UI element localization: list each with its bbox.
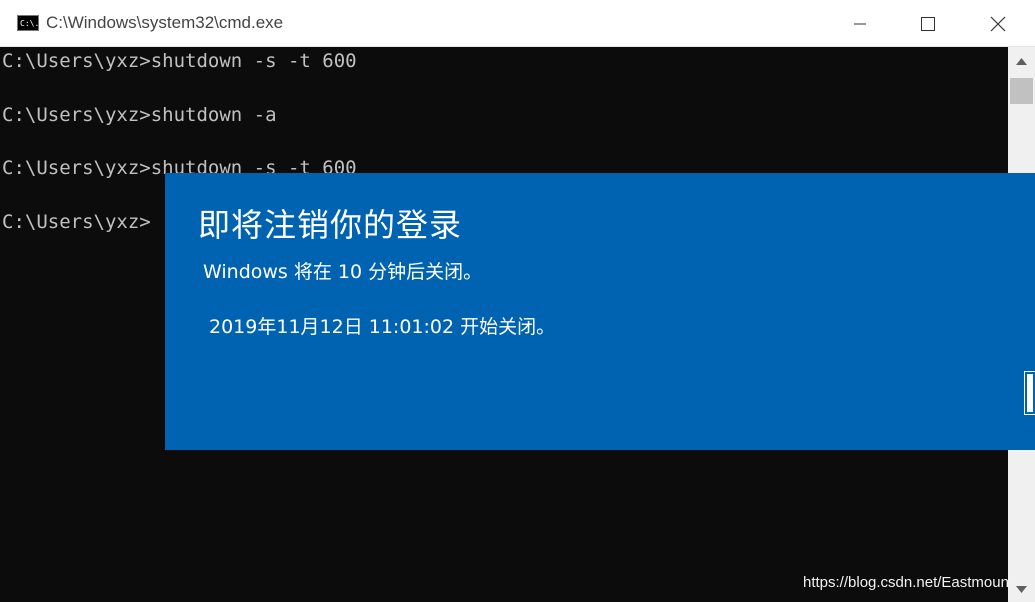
close-button[interactable] — [963, 0, 1033, 47]
scroll-up-button[interactable] — [1008, 47, 1035, 75]
maximize-button[interactable] — [893, 0, 963, 47]
notification-title: 即将注销你的登录 — [198, 206, 463, 244]
minimize-icon — [854, 23, 866, 24]
scroll-up-arrow-icon — [1016, 57, 1027, 65]
console-line: C:\Users\yxz>shutdown -a — [2, 103, 277, 126]
watermark-text: https://blog.csdn.net/Eastmount — [803, 574, 1014, 591]
maximize-icon — [921, 16, 935, 31]
scroll-down-arrow-icon — [1016, 585, 1027, 593]
notification-message: Windows 将在 10 分钟后关闭。 — [203, 261, 483, 283]
window-title: C:\Windows\system32\cmd.exe — [46, 13, 284, 32]
minimize-button[interactable] — [825, 0, 895, 47]
notification-time: 2019年11月12日 11:01:02 开始关闭。 — [209, 316, 556, 338]
close-icon — [990, 16, 1006, 31]
notification-close-button-edge[interactable] — [1024, 371, 1035, 415]
cmd-app-icon[interactable]: C:\. — [17, 15, 39, 31]
shutdown-notification[interactable]: 即将注销你的登录 Windows 将在 10 分钟后关闭。 2019年11月12… — [165, 173, 1035, 450]
scrollbar-thumb[interactable] — [1010, 78, 1033, 104]
cmd-window: C:\. C:\Windows\system32\cmd.exe C:\User… — [0, 0, 1035, 602]
console-line: C:\Users\yxz>shutdown -s -t 600 — [2, 50, 357, 72]
title-bar[interactable]: C:\. C:\Windows\system32\cmd.exe — [0, 0, 1035, 47]
